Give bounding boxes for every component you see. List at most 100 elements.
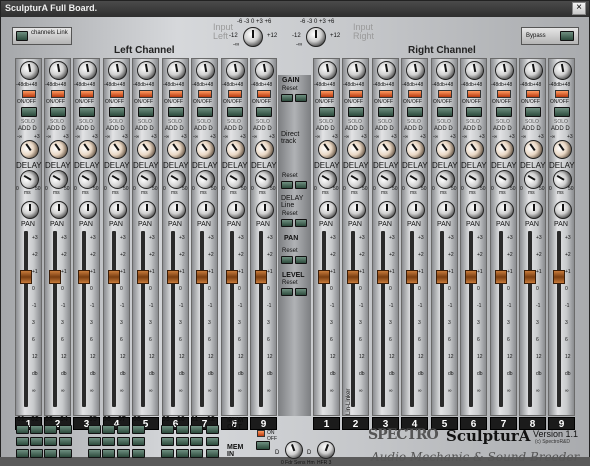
- left-ch9-add-knob[interactable]: [251, 136, 278, 163]
- memory-slot-12-out-button[interactable]: [206, 425, 219, 434]
- right-ch9-add-knob[interactable]: [549, 136, 576, 163]
- right-ch3-gain-knob[interactable]: [375, 59, 398, 82]
- memory-slot-10-out-button[interactable]: [176, 425, 189, 434]
- left-ch7-solo-button[interactable]: [197, 107, 213, 117]
- delay-reset-left-button[interactable]: [281, 219, 293, 227]
- direct-reset-right-button[interactable]: [295, 181, 307, 189]
- right-ch2-on-off-led[interactable]: [349, 90, 363, 98]
- left-ch8-solo-button[interactable]: [227, 107, 243, 117]
- right-ch9-on-off-led[interactable]: [555, 90, 569, 98]
- left-ch5-solo-button[interactable]: [138, 107, 154, 117]
- right-ch3-pan-knob[interactable]: [378, 201, 396, 219]
- right-ch2-solo-button[interactable]: [348, 107, 364, 117]
- right-ch5-pan-knob[interactable]: [437, 201, 455, 219]
- memory-slot-01-in-button[interactable]: [16, 437, 29, 446]
- left-ch7-on-off-led[interactable]: [198, 90, 212, 98]
- right-ch8-gain-knob[interactable]: [522, 59, 545, 82]
- left-ch2-fader-handle[interactable]: [49, 269, 61, 284]
- left-ch7-pan-knob[interactable]: [197, 201, 215, 219]
- right-ch7-fader-handle[interactable]: [495, 269, 507, 284]
- left-ch1-pan-knob[interactable]: [21, 201, 39, 219]
- left-ch3-pan-knob[interactable]: [79, 201, 97, 219]
- left-ch3-on-off-led[interactable]: [80, 90, 94, 98]
- left-ch1-on-off-led[interactable]: [22, 90, 36, 98]
- memory-slot-02-out-button[interactable]: [30, 425, 43, 434]
- right-ch3-add-knob[interactable]: [373, 136, 400, 163]
- dither-led[interactable]: [257, 430, 265, 437]
- input-left-knob[interactable]: [243, 27, 263, 47]
- left-ch4-fader-handle[interactable]: [108, 269, 120, 284]
- master-hfr-knob[interactable]: [314, 438, 338, 462]
- left-ch8-gain-knob[interactable]: [224, 59, 247, 82]
- right-ch6-on-off-led[interactable]: [467, 90, 481, 98]
- left-ch7-gain-knob[interactable]: [194, 59, 217, 82]
- gain-reset-left-button[interactable]: [281, 94, 293, 102]
- level-reset-left-button[interactable]: [281, 288, 293, 296]
- memory-slot-03-in-button[interactable]: [44, 437, 57, 446]
- right-ch9-pan-knob[interactable]: [554, 201, 572, 219]
- right-ch4-pan-knob[interactable]: [407, 201, 425, 219]
- right-ch1-add-knob[interactable]: [314, 136, 341, 163]
- left-ch3-fader-handle[interactable]: [78, 269, 90, 284]
- memory-slot-11-in-button[interactable]: [190, 437, 203, 446]
- left-ch9-gain-knob[interactable]: [253, 59, 276, 82]
- left-ch5-pan-knob[interactable]: [138, 201, 156, 219]
- input-right-knob[interactable]: [306, 27, 326, 47]
- master-sens-knob[interactable]: [282, 438, 306, 462]
- memory-slot-12-in-button[interactable]: [206, 437, 219, 446]
- right-ch1-fader-handle[interactable]: [318, 269, 330, 284]
- right-ch1-solo-button[interactable]: [319, 107, 335, 117]
- right-ch2-fader-handle[interactable]: [347, 269, 359, 284]
- right-ch7-gain-knob[interactable]: [493, 59, 516, 82]
- left-ch8-pan-knob[interactable]: [227, 201, 245, 219]
- left-ch3-add-knob[interactable]: [74, 136, 101, 163]
- memory-slot-05-in-button[interactable]: [88, 437, 101, 446]
- right-ch6-fader-handle[interactable]: [465, 269, 477, 284]
- bypass-button[interactable]: [560, 31, 574, 41]
- left-ch4-gain-knob[interactable]: [106, 59, 129, 82]
- left-ch5-fader-handle[interactable]: [137, 269, 149, 284]
- memory-slot-06-in-button[interactable]: [102, 437, 115, 446]
- left-ch4-add-knob[interactable]: [104, 136, 131, 163]
- right-ch1-gain-knob[interactable]: [316, 59, 339, 82]
- right-ch7-add-knob[interactable]: [491, 136, 518, 163]
- right-ch4-add-knob[interactable]: [402, 136, 429, 163]
- memory-slot-08-out-button[interactable]: [132, 425, 145, 434]
- left-ch6-gain-knob[interactable]: [165, 59, 188, 82]
- left-ch8-on-off-led[interactable]: [228, 90, 242, 98]
- left-ch7-fader-handle[interactable]: [196, 269, 208, 284]
- left-ch4-solo-button[interactable]: [109, 107, 125, 117]
- left-ch6-pan-knob[interactable]: [168, 201, 186, 219]
- right-ch5-gain-knob[interactable]: [434, 59, 457, 82]
- right-ch7-pan-knob[interactable]: [496, 201, 514, 219]
- right-ch6-pan-knob[interactable]: [466, 201, 484, 219]
- left-ch2-gain-knob[interactable]: [47, 59, 70, 82]
- right-ch6-add-knob[interactable]: [461, 136, 488, 163]
- memory-slot-02-in-button[interactable]: [30, 437, 43, 446]
- right-ch8-solo-button[interactable]: [525, 107, 541, 117]
- delay-reset-right-button[interactable]: [295, 219, 307, 227]
- memory-slot-10-in-button[interactable]: [176, 437, 189, 446]
- right-ch7-solo-button[interactable]: [496, 107, 512, 117]
- left-ch2-add-knob[interactable]: [45, 136, 72, 163]
- right-ch6-solo-button[interactable]: [466, 107, 482, 117]
- left-ch5-on-off-led[interactable]: [139, 90, 153, 98]
- left-ch1-solo-button[interactable]: [21, 107, 37, 117]
- left-ch6-add-knob[interactable]: [163, 136, 190, 163]
- right-ch8-pan-knob[interactable]: [525, 201, 543, 219]
- right-ch9-gain-knob[interactable]: [551, 59, 574, 82]
- left-ch8-fader-handle[interactable]: [226, 269, 238, 284]
- right-ch8-add-knob[interactable]: [520, 136, 547, 163]
- memory-slot-03-out-button[interactable]: [44, 425, 57, 434]
- memory-slot-07-in-button[interactable]: [117, 437, 130, 446]
- left-ch3-gain-knob[interactable]: [76, 59, 99, 82]
- right-ch9-fader-handle[interactable]: [553, 269, 565, 284]
- memory-slot-11-out-button[interactable]: [190, 425, 203, 434]
- left-ch1-add-knob[interactable]: [16, 136, 43, 163]
- channels-link-button[interactable]: [16, 31, 28, 41]
- right-ch3-on-off-led[interactable]: [379, 90, 393, 98]
- right-ch3-fader-handle[interactable]: [377, 269, 389, 284]
- left-ch1-gain-knob[interactable]: [18, 59, 41, 82]
- right-ch7-on-off-led[interactable]: [497, 90, 511, 98]
- right-ch1-pan-knob[interactable]: [319, 201, 337, 219]
